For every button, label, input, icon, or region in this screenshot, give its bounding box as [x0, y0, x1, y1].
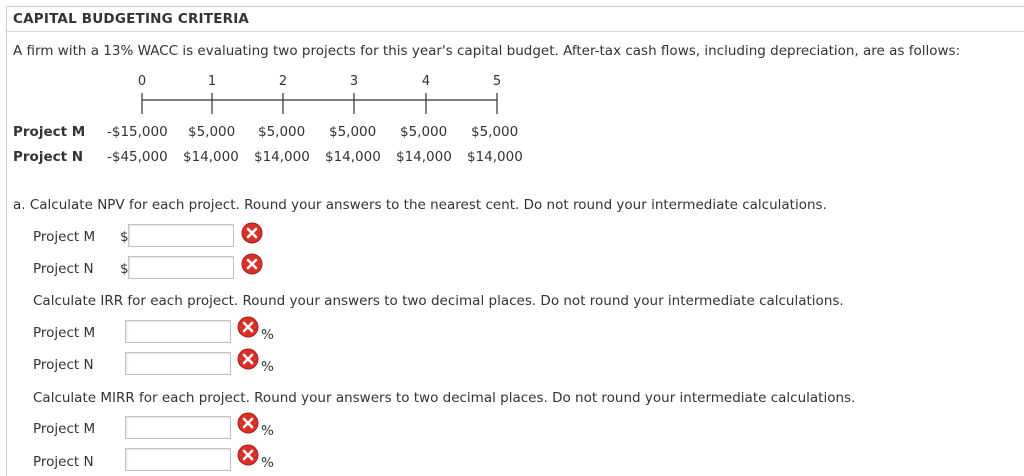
- mirr-project-n-input[interactable]: [125, 448, 231, 471]
- x-circle-icon: [237, 348, 259, 370]
- mirr-project-m-unit: %: [261, 423, 274, 439]
- cash-flow-m-5: $5,000: [471, 124, 519, 140]
- cash-flow-n-2: $14,000: [254, 149, 310, 165]
- irr-project-m-input[interactable]: [125, 320, 231, 343]
- cash-flow-m-1: $5,000: [188, 124, 236, 140]
- irr-project-m-unit: %: [261, 327, 274, 343]
- cash-flow-timeline: [141, 93, 498, 114]
- cash-flow-label-project-m: Project M: [13, 124, 86, 140]
- cash-flow-m-2: $5,000: [258, 124, 306, 140]
- cash-flow-label-project-n: Project N: [13, 149, 84, 165]
- title-divider: [7, 31, 1024, 32]
- mirr-project-m-input[interactable]: [125, 416, 231, 439]
- cash-flow-m-3: $5,000: [329, 124, 377, 140]
- irr-project-n-label: Project N: [33, 357, 94, 373]
- npv-question: a. Calculate NPV for each project. Round…: [13, 197, 827, 213]
- irr-question: Calculate IRR for each project. Round yo…: [33, 293, 844, 309]
- x-circle-icon: [241, 253, 263, 275]
- x-circle-icon: [237, 444, 259, 466]
- mirr-project-n-unit: %: [261, 455, 274, 471]
- npv-project-n-input[interactable]: [128, 256, 234, 279]
- irr-project-n-input[interactable]: [125, 352, 231, 375]
- irr-project-n-unit: %: [261, 359, 274, 375]
- x-circle-icon: [237, 412, 259, 434]
- mirr-project-m-label: Project M: [33, 421, 96, 437]
- irr-project-m-label: Project M: [33, 325, 96, 341]
- cash-flow-m-0: -$15,000: [107, 124, 168, 140]
- npv-project-m-label: Project M: [33, 229, 96, 245]
- mirr-question: Calculate MIRR for each project. Round y…: [33, 390, 856, 406]
- cash-flow-m-4: $5,000: [400, 124, 448, 140]
- cash-flow-n-3: $14,000: [325, 149, 381, 165]
- x-circle-icon: [237, 316, 259, 338]
- problem-intro: A firm with a 13% WACC is evaluating two…: [13, 43, 961, 59]
- x-circle-icon: [241, 222, 263, 244]
- npv-project-n-label: Project N: [33, 261, 94, 277]
- cash-flow-n-1: $14,000: [183, 149, 239, 165]
- npv-project-m-input[interactable]: [128, 224, 234, 247]
- cash-flow-n-4: $14,000: [396, 149, 452, 165]
- page-title: CAPITAL BUDGETING CRITERIA: [13, 11, 250, 27]
- cash-flow-n-0: -$45,000: [107, 149, 168, 165]
- cash-flow-n-5: $14,000: [467, 149, 523, 165]
- mirr-project-n-label: Project N: [33, 454, 94, 470]
